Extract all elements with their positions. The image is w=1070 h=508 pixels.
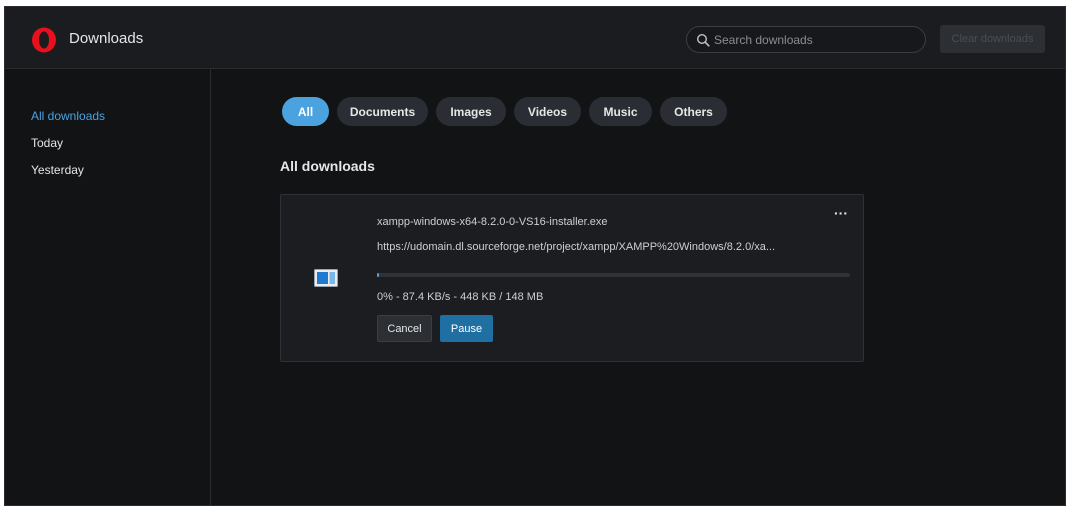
- filter-chip-others[interactable]: Others: [660, 97, 727, 126]
- download-status: 0% - 87.4 KB/s - 448 KB / 148 MB: [377, 291, 544, 303]
- pause-button[interactable]: Pause: [440, 315, 493, 342]
- page-title: Downloads: [69, 30, 144, 47]
- header: Downloads Clear downloads: [5, 7, 1065, 69]
- download-file-name[interactable]: xampp-windows-x64-8.2.0-0-VS16-installer…: [377, 216, 608, 228]
- sidebar-item-all-downloads[interactable]: All downloads: [31, 109, 105, 123]
- filter-chip-all[interactable]: All: [282, 97, 329, 126]
- cancel-button[interactable]: Cancel: [377, 315, 432, 342]
- more-options-icon[interactable]: ···: [831, 206, 851, 223]
- filter-chip-videos[interactable]: Videos: [514, 97, 581, 126]
- filter-chip-images[interactable]: Images: [436, 97, 506, 126]
- download-progress-bar: [377, 273, 850, 277]
- search-input[interactable]: [714, 27, 919, 52]
- section-title: All downloads: [280, 158, 375, 174]
- download-progress-fill: [377, 273, 379, 277]
- search-box[interactable]: [686, 26, 926, 53]
- sidebar-item-yesterday[interactable]: Yesterday: [31, 163, 84, 177]
- clear-downloads-button[interactable]: Clear downloads: [940, 25, 1045, 53]
- download-item: xampp-windows-x64-8.2.0-0-VS16-installer…: [280, 194, 864, 362]
- filter-chip-documents[interactable]: Documents: [337, 97, 428, 126]
- installer-file-icon: [314, 269, 338, 287]
- opera-logo-icon: [32, 27, 56, 53]
- filter-chip-music[interactable]: Music: [589, 97, 652, 126]
- download-source-url: https://udomain.dl.sourceforge.net/proje…: [377, 241, 776, 253]
- sidebar-item-today[interactable]: Today: [31, 136, 63, 150]
- search-icon: [696, 33, 710, 47]
- downloads-window: Downloads Clear downloads All downloads …: [4, 6, 1066, 506]
- sidebar: All downloads Today Yesterday: [5, 69, 211, 505]
